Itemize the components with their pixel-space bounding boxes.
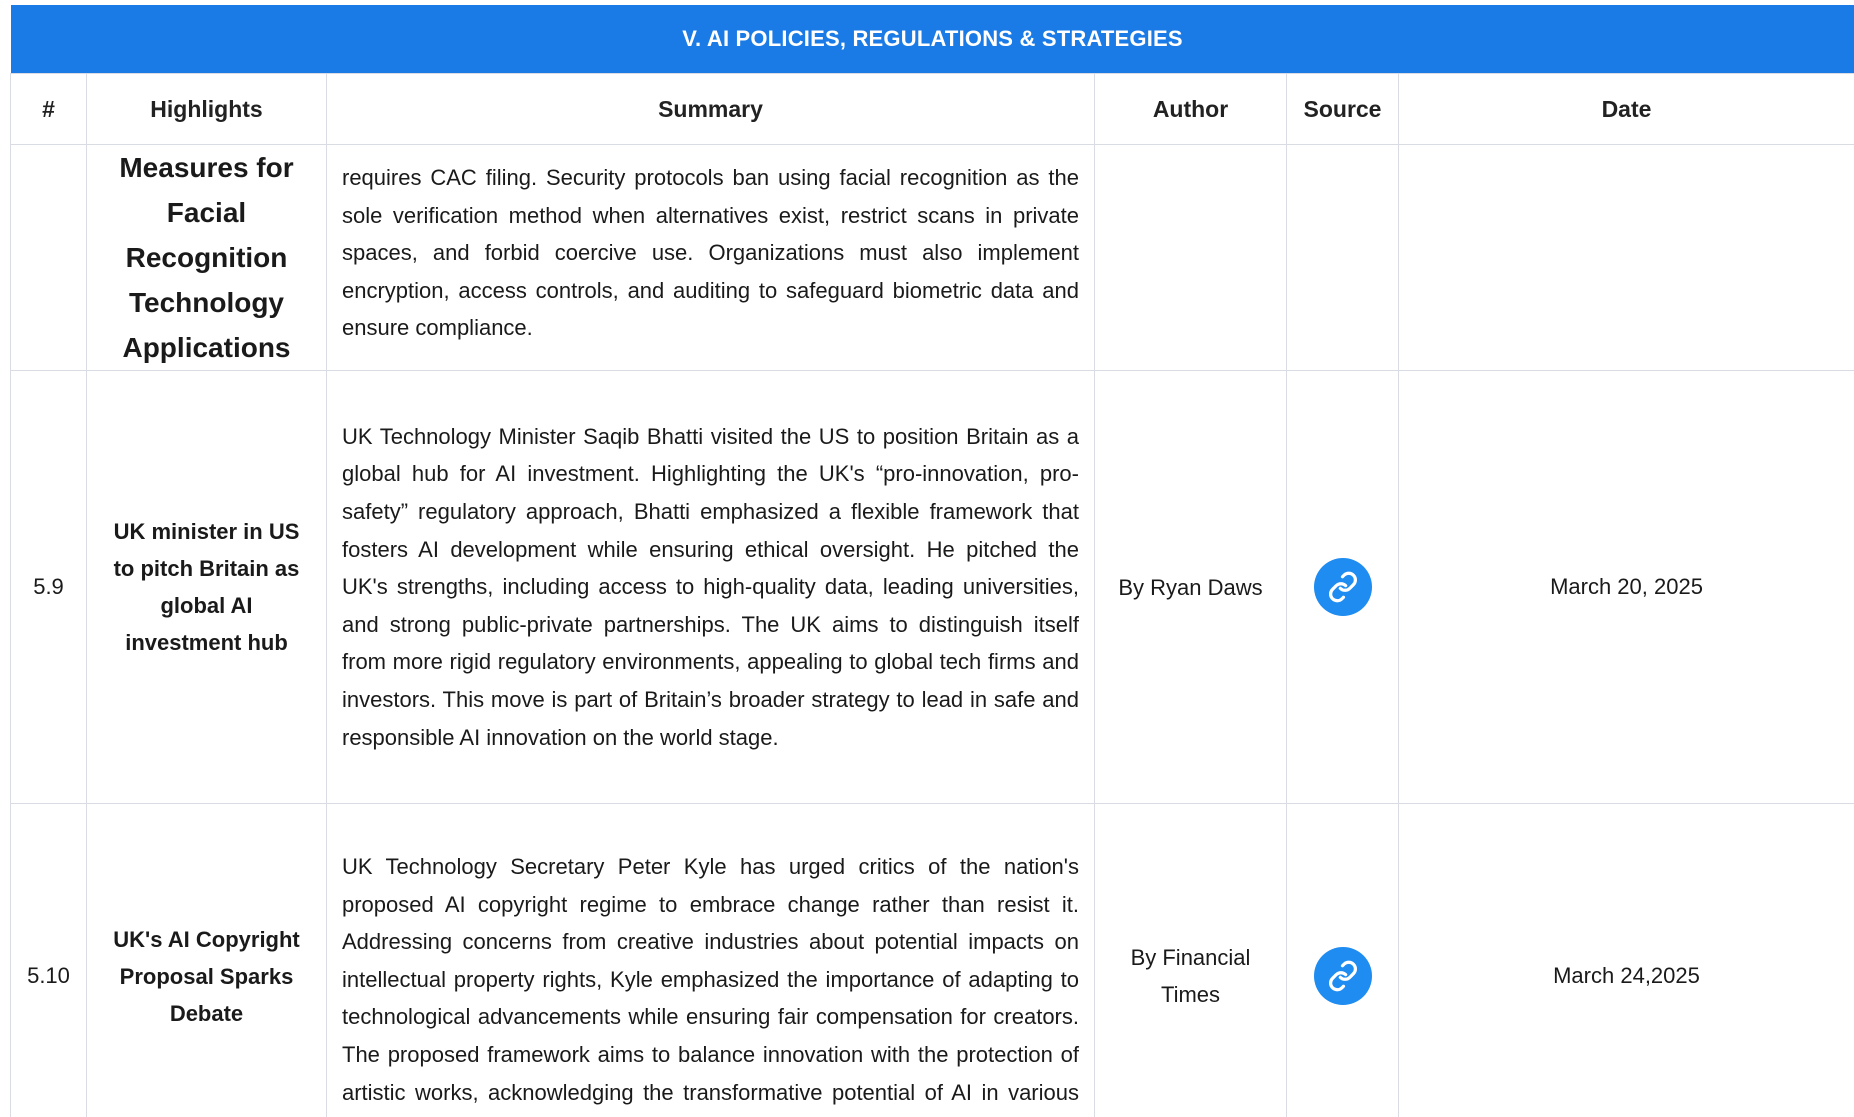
column-header-summary: Summary bbox=[326, 73, 1095, 145]
row-date: March 20, 2025 bbox=[1398, 370, 1854, 804]
column-header-date: Date bbox=[1398, 73, 1854, 145]
row-summary: UK Technology Secretary Peter Kyle has u… bbox=[326, 803, 1095, 1117]
column-header-author: Author bbox=[1094, 73, 1287, 145]
row-author: By Financial Times bbox=[1094, 803, 1287, 1117]
row-date: March 24,2025 bbox=[1398, 803, 1854, 1117]
row-summary: UK Technology Minister Saqib Bhatti visi… bbox=[326, 370, 1095, 804]
header-row: # Highlights Summary Author Source Date bbox=[10, 73, 1854, 145]
section-title: V. AI POLICIES, REGULATIONS & STRATEGIES bbox=[10, 5, 1854, 74]
row-number bbox=[10, 144, 87, 371]
table-row: 5.9 UK minister in US to pitch Britain a… bbox=[10, 370, 1854, 804]
link-icon[interactable] bbox=[1313, 947, 1372, 1006]
row-highlight: Measures for Facial Recognition Technolo… bbox=[86, 144, 327, 371]
page: V. AI POLICIES, REGULATIONS & STRATEGIES… bbox=[0, 0, 1854, 1117]
link-icon[interactable] bbox=[1313, 558, 1372, 616]
row-summary: requires CAC filing. Security protocols … bbox=[326, 144, 1095, 371]
row-source bbox=[1286, 370, 1399, 804]
column-header-highlights: Highlights bbox=[86, 73, 327, 145]
row-highlight: UK minister in US to pitch Britain as gl… bbox=[86, 370, 327, 804]
policies-table: V. AI POLICIES, REGULATIONS & STRATEGIES… bbox=[10, 5, 1854, 1117]
row-number: 5.10 bbox=[10, 803, 87, 1117]
section-banner-row: V. AI POLICIES, REGULATIONS & STRATEGIES bbox=[10, 5, 1854, 74]
row-source bbox=[1286, 803, 1399, 1117]
row-number: 5.9 bbox=[10, 370, 87, 804]
table-row: Measures for Facial Recognition Technolo… bbox=[10, 144, 1854, 371]
row-highlight: UK's AI Copyright Proposal Sparks Debate bbox=[86, 803, 327, 1117]
row-author: By Ryan Daws bbox=[1094, 370, 1287, 804]
column-header-source: Source bbox=[1286, 73, 1399, 145]
column-header-number: # bbox=[10, 73, 87, 145]
row-date bbox=[1398, 144, 1854, 371]
table-row: 5.10 UK's AI Copyright Proposal Sparks D… bbox=[10, 803, 1854, 1117]
row-author bbox=[1094, 144, 1287, 371]
row-source bbox=[1286, 144, 1399, 371]
